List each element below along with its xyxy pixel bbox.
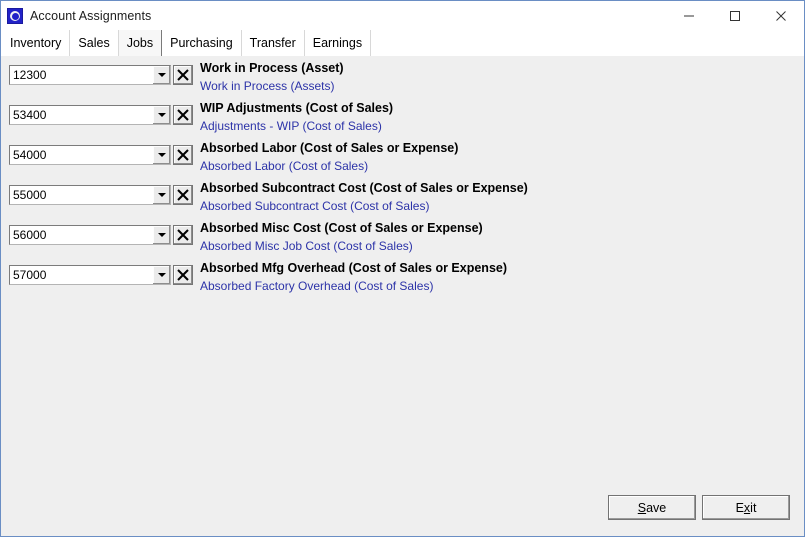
- x-icon: [177, 189, 189, 201]
- tab-strip: Inventory Sales Jobs Purchasing Transfer…: [1, 30, 804, 56]
- account-combobox-absorbed-misc[interactable]: 56000: [9, 225, 171, 245]
- tab-purchasing[interactable]: Purchasing: [162, 30, 242, 56]
- app-blue-circle-icon: [7, 7, 23, 24]
- clear-account-button[interactable]: [173, 105, 193, 125]
- x-icon: [177, 149, 189, 161]
- save-button-accelerator: S: [637, 500, 647, 515]
- close-icon: [776, 10, 786, 21]
- clear-account-button[interactable]: [173, 185, 193, 205]
- footer-button-bar: Save Ex it: [1, 488, 804, 536]
- x-icon: [177, 229, 189, 241]
- chevron-down-icon[interactable]: [152, 106, 170, 124]
- x-icon: [177, 269, 189, 281]
- account-combobox-wip-adjustments[interactable]: 53400: [9, 105, 171, 125]
- minimize-icon: [684, 15, 694, 16]
- clear-account-button[interactable]: [173, 145, 193, 165]
- exit-button-prefix: E: [735, 500, 744, 515]
- chevron-down-icon[interactable]: [152, 66, 170, 84]
- close-button[interactable]: [758, 1, 804, 30]
- window-controls: [666, 1, 804, 30]
- clear-account-button[interactable]: [173, 225, 193, 245]
- maximize-icon: [730, 10, 740, 21]
- account-row-title: Absorbed Misc Cost (Cost of Sales or Exp…: [200, 221, 483, 235]
- tab-inventory[interactable]: Inventory: [1, 30, 71, 56]
- title-bar: Account Assignments: [1, 1, 804, 30]
- clear-account-button[interactable]: [173, 265, 193, 285]
- account-row-description[interactable]: Adjustments - WIP (Cost of Sales): [200, 119, 382, 133]
- maximize-button[interactable]: [712, 1, 758, 30]
- tab-transfer[interactable]: Transfer: [241, 30, 305, 56]
- account-row-title: Work in Process (Asset): [200, 61, 344, 75]
- exit-button[interactable]: Ex it: [702, 495, 790, 520]
- account-row-title: Absorbed Subcontract Cost (Cost of Sales…: [200, 181, 528, 195]
- account-assignments-window: Account Assignments Inventory Sales Jobs…: [0, 0, 805, 537]
- tab-sales[interactable]: Sales: [70, 30, 119, 56]
- account-combobox-absorbed-subcontract[interactable]: 55000: [9, 185, 171, 205]
- chevron-down-icon[interactable]: [152, 226, 170, 244]
- account-combobox-value: 56000: [13, 228, 47, 242]
- account-row-title: WIP Adjustments (Cost of Sales): [200, 101, 394, 115]
- tab-earnings[interactable]: Earnings: [304, 30, 372, 56]
- account-combobox-work-in-process[interactable]: 12300: [9, 65, 171, 85]
- account-row-description[interactable]: Absorbed Subcontract Cost (Cost of Sales…: [200, 199, 429, 213]
- window-title: Account Assignments: [30, 8, 152, 23]
- x-icon: [177, 69, 189, 81]
- account-combobox-value: 53400: [13, 108, 47, 122]
- exit-button-suffix: it: [750, 500, 757, 515]
- save-button-suffix: ave: [646, 500, 667, 515]
- chevron-down-icon[interactable]: [152, 266, 170, 284]
- tab-jobs[interactable]: Jobs: [118, 30, 163, 56]
- account-row-description[interactable]: Work in Process (Assets): [200, 79, 334, 93]
- account-row-title: Absorbed Labor (Cost of Sales or Expense…: [200, 141, 459, 155]
- chevron-down-icon[interactable]: [152, 186, 170, 204]
- account-row-description[interactable]: Absorbed Factory Overhead (Cost of Sales…: [200, 279, 433, 293]
- account-row-description[interactable]: Absorbed Misc Job Cost (Cost of Sales): [200, 239, 413, 253]
- save-button[interactable]: Save: [608, 495, 696, 520]
- account-combobox-value: 12300: [13, 68, 47, 82]
- x-icon: [177, 109, 189, 121]
- account-combobox-value: 54000: [13, 148, 47, 162]
- client-area: 12300 Work in Process (Asset) Work in Pr…: [1, 56, 804, 536]
- chevron-down-icon[interactable]: [152, 146, 170, 164]
- account-combobox-value: 57000: [13, 268, 47, 282]
- account-row-description[interactable]: Absorbed Labor (Cost of Sales): [200, 159, 368, 173]
- minimize-button[interactable]: [666, 1, 712, 30]
- account-combobox-value: 55000: [13, 188, 47, 202]
- account-row-title: Absorbed Mfg Overhead (Cost of Sales or …: [200, 261, 508, 275]
- account-combobox-absorbed-mfg-overhead[interactable]: 57000: [9, 265, 171, 285]
- account-combobox-absorbed-labor[interactable]: 54000: [9, 145, 171, 165]
- clear-account-button[interactable]: [173, 65, 193, 85]
